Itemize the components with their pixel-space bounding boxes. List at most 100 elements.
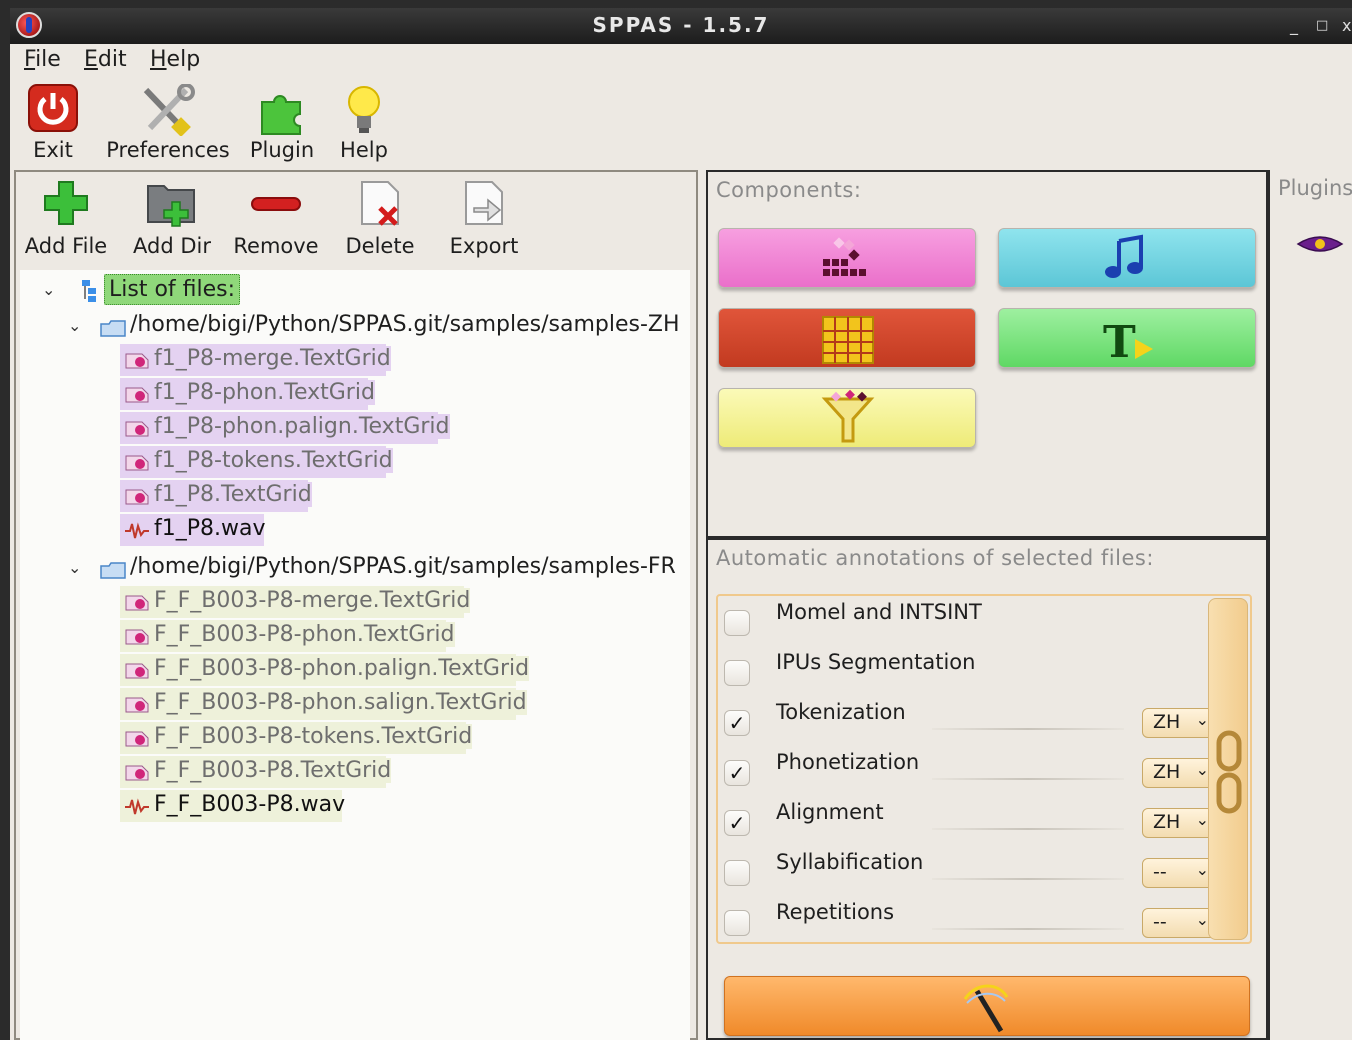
- help-button[interactable]: Help: [340, 84, 388, 164]
- run-annotations-button[interactable]: [724, 976, 1250, 1036]
- chevron-down-icon: ⌄: [1195, 710, 1209, 729]
- magic-wand-icon: [963, 984, 1009, 1033]
- language-value: ZH: [1153, 811, 1181, 833]
- file-name: F_F_B003-P8-phon.salign.TextGrid: [154, 690, 527, 715]
- textgrid-icon: [125, 663, 149, 679]
- tree-list-icon: [82, 280, 96, 302]
- add-file-button[interactable]: Add File: [25, 178, 107, 264]
- menu-file[interactable]: File: [24, 47, 61, 72]
- language-select[interactable]: -- ⌄: [1142, 908, 1218, 938]
- annotation-checkbox[interactable]: [724, 860, 750, 886]
- wav-icon: [125, 798, 149, 815]
- annotation-name: Tokenization: [776, 700, 906, 724]
- minus-icon: [251, 197, 301, 211]
- annotations-header: Automatic annotations of selected files:: [716, 546, 1154, 570]
- annotations-panel: Automatic annotations of selected files:…: [706, 538, 1268, 1040]
- plugin-button[interactable]: Plugin: [250, 84, 314, 164]
- components-panel: Components: T: [706, 170, 1268, 538]
- main-toolbar: Exit Preferences Plugin Help: [10, 80, 1352, 168]
- component-audioroamer-button[interactable]: [998, 228, 1256, 288]
- tree-root-row[interactable]: ⌄ List of files:: [20, 274, 420, 306]
- separator-line: [932, 728, 1124, 730]
- remove-button[interactable]: Remove: [233, 178, 319, 264]
- annotation-checkbox[interactable]: [724, 660, 750, 686]
- textgrid-icon: [125, 353, 149, 369]
- component-iprstats-button[interactable]: [718, 308, 976, 368]
- dir-path: /home/bigi/Python/SPPAS.git/samples/samp…: [130, 554, 676, 579]
- close-button[interactable]: x: [1342, 16, 1351, 35]
- component-sndroamer-button[interactable]: T: [998, 308, 1256, 368]
- annotation-checkbox[interactable]: [724, 910, 750, 936]
- folder-icon: [100, 320, 126, 337]
- menu-edit[interactable]: Edit: [84, 47, 127, 72]
- file-name: F_F_B003-P8-phon.palign.TextGrid: [154, 656, 530, 681]
- export-label: Export: [449, 234, 519, 258]
- textgrid-icon: [125, 421, 149, 437]
- tree-dir-row[interactable]: ⌄ /home/bigi/Python/SPPAS.git/samples/sa…: [20, 552, 690, 584]
- annotation-checkbox[interactable]: ✓: [724, 810, 750, 836]
- delete-button[interactable]: Delete: [346, 178, 415, 264]
- file-name: f1_P8-phon.palign.TextGrid: [154, 414, 450, 439]
- annotation-row-tokenization: ✓ Tokenization ZH ⌄: [718, 696, 1218, 746]
- separator-line: [932, 828, 1124, 830]
- menu-bar: File Edit Help: [10, 44, 1352, 80]
- file-tree[interactable]: ⌄ List of files: ⌄ /home/bigi/Python/SPP…: [20, 270, 690, 1040]
- annotation-checkbox[interactable]: ✓: [724, 760, 750, 786]
- language-select[interactable]: ZH ⌄: [1142, 758, 1218, 788]
- music-note-icon: [1105, 234, 1143, 278]
- textgrid-icon: [125, 629, 149, 645]
- file-name: f1_P8-merge.TextGrid: [154, 346, 391, 371]
- add-dir-button[interactable]: Add Dir: [133, 178, 211, 264]
- file-name: f1_P8.TextGrid: [154, 482, 312, 507]
- menu-help[interactable]: Help: [150, 47, 200, 72]
- menu-file-mnemonic: F: [24, 47, 36, 72]
- language-select[interactable]: ZH ⌄: [1142, 808, 1218, 838]
- minimize-button[interactable]: _: [1290, 16, 1298, 35]
- separator-line: [932, 778, 1124, 780]
- file-name: F_F_B003-P8-merge.TextGrid: [154, 588, 471, 613]
- language-select[interactable]: -- ⌄: [1142, 858, 1218, 888]
- component-datafilter-button[interactable]: [718, 388, 976, 448]
- link-toggle-button[interactable]: [1208, 598, 1248, 940]
- preferences-button[interactable]: Preferences: [106, 83, 230, 164]
- exit-button[interactable]: Exit: [28, 84, 78, 164]
- language-select[interactable]: ZH ⌄: [1142, 708, 1218, 738]
- annotation-name: Alignment: [776, 800, 884, 824]
- collapse-icon[interactable]: ⌄: [42, 280, 55, 299]
- folder-icon: [100, 562, 126, 579]
- text-play-icon: T: [1103, 317, 1153, 368]
- annotation-checkbox[interactable]: ✓: [724, 710, 750, 736]
- annotation-row-momel: Momel and INTSINT: [718, 596, 1218, 646]
- tree-root-label: List of files:: [104, 274, 241, 305]
- language-value: --: [1153, 861, 1167, 883]
- file-name: f1_P8.wav: [154, 516, 266, 541]
- window-title: SPPAS - 1.5.7: [592, 13, 770, 37]
- annotation-name: Syllabification: [776, 850, 924, 874]
- plugins-panel: Plugins: [1268, 170, 1352, 1040]
- file-name: f1_P8-tokens.TextGrid: [154, 448, 393, 473]
- chevron-down-icon: ⌄: [1195, 860, 1209, 879]
- power-icon: [28, 84, 78, 132]
- annotation-row-syllabification: Syllabification -- ⌄: [718, 846, 1218, 896]
- annotation-name: Repetitions: [776, 900, 895, 924]
- collapse-icon[interactable]: ⌄: [68, 316, 81, 335]
- annotation-name: Momel and INTSINT: [776, 600, 982, 624]
- annotation-name: IPUs Segmentation: [776, 650, 976, 674]
- puzzle-piece-icon: [261, 95, 301, 135]
- component-dataroamer-button[interactable]: [718, 228, 976, 288]
- annotation-row-alignment: ✓ Alignment ZH ⌄: [718, 796, 1218, 846]
- export-button[interactable]: Export: [450, 178, 518, 264]
- language-value: --: [1153, 911, 1167, 933]
- plugin-item-icon[interactable]: [1296, 230, 1346, 260]
- tree-dir-row[interactable]: ⌄ /home/bigi/Python/SPPAS.git/samples/sa…: [20, 310, 690, 342]
- chevron-down-icon: ⌄: [1195, 760, 1209, 779]
- menu-edit-label: dit: [97, 47, 127, 72]
- file-name: F_F_B003-P8.wav: [154, 792, 346, 817]
- add-folder-icon: [147, 185, 195, 227]
- maximize-button[interactable]: □: [1316, 18, 1328, 33]
- dir-path: /home/bigi/Python/SPPAS.git/samples/samp…: [130, 312, 680, 337]
- annotation-checkbox[interactable]: [724, 610, 750, 636]
- light-bulb-icon: [348, 86, 380, 133]
- collapse-icon[interactable]: ⌄: [68, 558, 81, 577]
- sppas-window: SPPAS - 1.5.7 _ □ x File Edit Help Exit: [10, 8, 1352, 1040]
